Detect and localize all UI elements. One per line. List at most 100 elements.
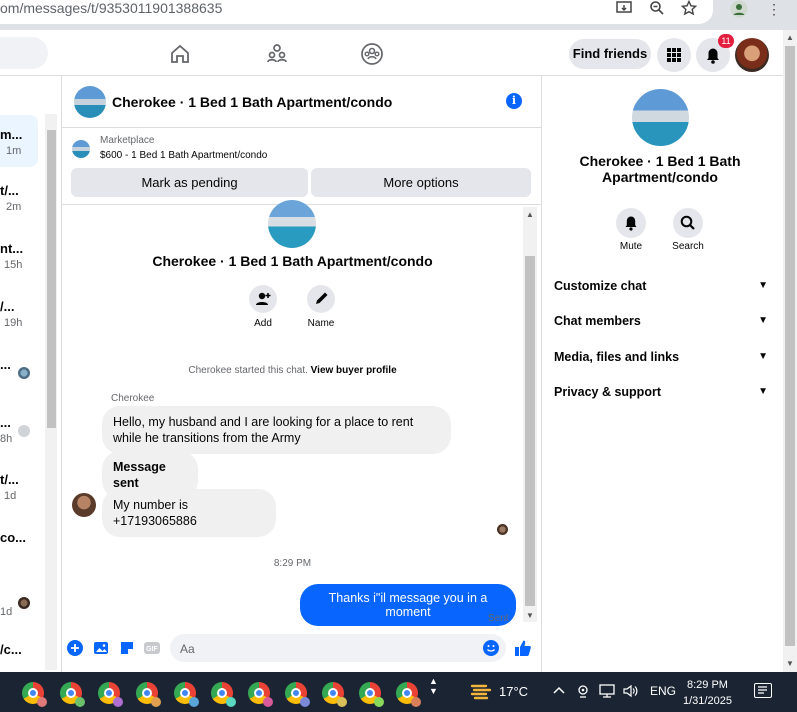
webcam-icon[interactable]	[576, 684, 590, 701]
pencil-icon	[316, 292, 328, 304]
weather-icon[interactable]	[470, 681, 492, 701]
thread-title: Cherokee · 1 Bed 1 Bath Apartment/condo	[152, 253, 433, 269]
svg-text:GIF: GIF	[146, 646, 158, 653]
media-files-links-row[interactable]: Media, files and links ▼	[554, 348, 768, 366]
chat-list-item[interactable]: co...	[0, 518, 40, 570]
friends-icon[interactable]	[265, 42, 289, 66]
scroll-up-arrow-icon[interactable]: ▲	[525, 210, 535, 219]
message-input-placeholder[interactable]: Aa	[180, 642, 195, 656]
notification-center-icon[interactable]	[754, 683, 772, 698]
chevron-down-icon: ▼	[758, 386, 768, 397]
chrome-taskbar-icon[interactable]	[396, 682, 421, 707]
chrome-taskbar-icon[interactable]	[60, 682, 85, 707]
chat-list-item[interactable]: t/... 1d	[0, 460, 40, 512]
chrome-taskbar-icon[interactable]	[285, 682, 310, 707]
account-avatar[interactable]	[735, 38, 769, 72]
browser-menu-icon[interactable]: ⋮	[764, 0, 784, 18]
plus-icon[interactable]	[67, 640, 83, 656]
notification-badge: 11	[718, 34, 734, 48]
search-label: Search	[672, 241, 704, 252]
scroll-down-arrow-icon[interactable]: ▼	[525, 611, 535, 620]
menu-grid-button[interactable]	[657, 38, 691, 72]
chrome-taskbar-icon[interactable]	[322, 682, 347, 707]
chrome-taskbar-icon[interactable]	[136, 682, 161, 707]
chrome-taskbar-icon[interactable]	[98, 682, 123, 707]
chat-list-item[interactable]: /... 19h	[0, 287, 40, 339]
info-icon[interactable]: i	[506, 93, 522, 109]
add-label: Add	[254, 318, 272, 329]
chat-list-item[interactable]: nt... 15h	[0, 229, 40, 281]
scroll-down-arrow-icon[interactable]: ▼	[785, 659, 795, 668]
view-buyer-profile-link[interactable]: View buyer profile	[311, 365, 397, 376]
chevron-down-icon: ▼	[758, 280, 768, 291]
customize-chat-row[interactable]: Customize chat ▼	[554, 277, 768, 295]
details-title: Cherokee · 1 Bed 1 Bath Apartment/condo	[579, 153, 741, 185]
photo-icon[interactable]	[93, 640, 109, 656]
chat-title[interactable]: Cherokee · 1 Bed 1 Bath Apartment/condo	[112, 94, 392, 110]
search-icon	[680, 215, 695, 230]
chat-avatar[interactable]	[74, 86, 106, 118]
network-icon[interactable]	[598, 684, 616, 701]
incoming-message[interactable]: My number is +17193065886	[102, 489, 276, 537]
chat-list-item[interactable]: t/... 2m	[0, 171, 40, 223]
more-options-button[interactable]: More options	[311, 168, 531, 197]
taskbar-clock[interactable]: 8:29 PM 1/31/2025	[683, 677, 732, 709]
incoming-message[interactable]: Hello, my husband and I are looking for …	[102, 406, 451, 454]
add-person-icon	[256, 292, 271, 305]
gif-icon[interactable]: GIF	[144, 640, 160, 656]
find-friends-button[interactable]: Find friends	[569, 39, 651, 69]
chat-list-item[interactable]: m... 1m	[0, 115, 38, 167]
chrome-taskbar-icon[interactable]	[211, 682, 236, 707]
profile-icon[interactable]	[729, 0, 749, 18]
sender-avatar[interactable]	[72, 493, 96, 517]
temperature[interactable]: 17°C	[499, 684, 528, 699]
bell-icon	[625, 216, 637, 231]
read-receipt-avatar	[18, 425, 30, 437]
install-app-icon[interactable]	[615, 0, 635, 18]
volume-icon[interactable]	[623, 684, 639, 701]
page-scrollbar-thumb[interactable]	[785, 46, 795, 646]
chrome-taskbar-icon[interactable]	[174, 682, 199, 707]
chrome-taskbar-icon[interactable]	[248, 682, 273, 707]
taskbar-overflow-icon[interactable]: ▲ ▼	[429, 676, 438, 696]
url-text[interactable]: om/messages/t/9353011901388635	[0, 0, 222, 16]
search-in-chat-button[interactable]	[673, 208, 703, 238]
privacy-support-row[interactable]: Privacy & support ▼	[554, 383, 768, 401]
groups-icon[interactable]	[360, 42, 384, 66]
edit-name-button[interactable]	[307, 285, 335, 313]
outgoing-message[interactable]: Thanks i"il message you in a moment	[300, 584, 516, 626]
thumbs-up-icon[interactable]	[514, 639, 532, 657]
add-person-button[interactable]	[249, 285, 277, 313]
read-receipt-avatar	[18, 597, 30, 609]
sender-name: Cherokee	[111, 393, 155, 404]
chrome-taskbar-icon[interactable]	[22, 682, 47, 707]
mute-button[interactable]	[616, 208, 646, 238]
details-avatar[interactable]	[632, 89, 689, 146]
input-language[interactable]: ENG	[650, 684, 676, 698]
thread-scrollbar-thumb[interactable]	[525, 256, 535, 606]
chevron-down-icon: ▼	[758, 315, 768, 326]
message-timestamp: 8:29 PM	[273, 558, 312, 569]
sidebar-scrollbar-thumb[interactable]	[47, 130, 56, 428]
zoom-icon[interactable]	[647, 0, 667, 18]
chat-members-row[interactable]: Chat members ▼	[554, 312, 768, 330]
sent-status: Sent	[488, 613, 509, 624]
message-input[interactable]	[170, 634, 506, 662]
name-label: Name	[307, 318, 335, 329]
listing-thumbnail[interactable]	[72, 140, 90, 158]
facebook-search-input[interactable]	[0, 37, 48, 69]
tray-expand-icon[interactable]	[553, 684, 565, 699]
emoji-icon[interactable]	[483, 640, 499, 656]
chat-started-notice: Cherokee started this chat. View buyer p…	[188, 365, 397, 376]
bookmark-star-icon[interactable]	[679, 0, 699, 18]
read-receipt-avatar	[497, 524, 508, 535]
thread-avatar[interactable]	[268, 200, 316, 248]
sticker-icon[interactable]	[119, 640, 135, 656]
scroll-up-arrow-icon[interactable]: ▲	[785, 33, 795, 42]
mark-as-pending-button[interactable]: Mark as pending	[71, 168, 308, 197]
mute-label: Mute	[619, 241, 643, 252]
read-receipt-avatar	[18, 367, 30, 379]
home-icon[interactable]	[168, 42, 192, 66]
chrome-taskbar-icon[interactable]	[359, 682, 384, 707]
listing-title[interactable]: $600 - 1 Bed 1 Bath Apartment/condo	[100, 150, 267, 161]
